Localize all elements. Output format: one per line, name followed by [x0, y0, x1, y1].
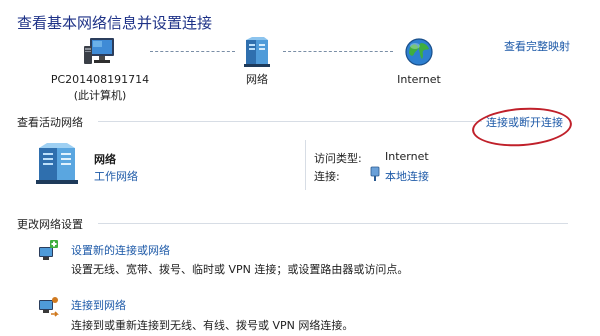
local-connection-link[interactable]: 本地连接: [385, 168, 429, 184]
network-type-link[interactable]: 工作网络: [94, 168, 138, 184]
connect-network-icon: [36, 294, 60, 318]
network-building-icon: [33, 140, 83, 186]
active-network-divider: [305, 140, 306, 190]
internet-name: Internet: [397, 73, 441, 86]
connect-to-network-link[interactable]: 连接到网络: [71, 297, 126, 313]
active-network-name: 网络: [94, 153, 116, 166]
setup-new-connection-link[interactable]: 设置新的连接或网络: [71, 242, 170, 258]
connector-line-2: [283, 51, 393, 52]
computer-subtitle: (此计算机): [73, 89, 127, 102]
connect-to-network-desc: 连接到或重新连接到无线、有线、拨号或 VPN 网络连接。: [71, 319, 354, 332]
active-networks-divider: [98, 121, 482, 122]
network-icon[interactable]: [240, 36, 274, 70]
access-type-label: 访问类型:: [314, 152, 362, 165]
connector-line-1: [150, 51, 235, 52]
page-title: 查看基本网络信息并设置连接: [17, 14, 213, 32]
active-networks-header: 查看活动网络: [17, 116, 83, 129]
access-type-value: Internet: [385, 150, 429, 163]
view-full-map-link[interactable]: 查看完整映射: [504, 38, 570, 54]
change-settings-header: 更改网络设置: [17, 218, 83, 231]
computer-icon: [82, 36, 118, 68]
computer-name: PC201408191714: [50, 73, 150, 86]
setup-new-connection-desc: 设置无线、宽带、拨号、临时或 VPN 连接；或设置路由器或访问点。: [71, 263, 409, 276]
change-settings-divider: [98, 223, 568, 224]
connections-label: 连接:: [314, 170, 340, 183]
ethernet-icon: [369, 166, 381, 182]
new-connection-icon: [36, 239, 60, 263]
network-name: 网络: [246, 73, 268, 86]
highlight-oval: [470, 104, 574, 150]
globe-icon[interactable]: [404, 37, 434, 67]
